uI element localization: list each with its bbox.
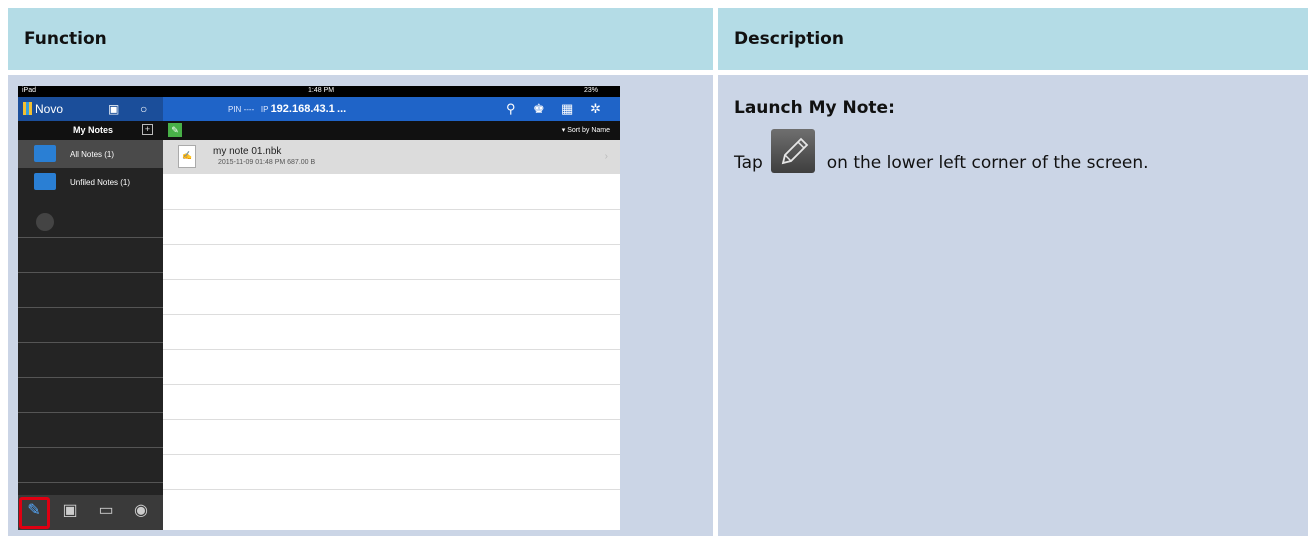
note-row[interactable]: ✍ my note 01.nbk 2015-11-09 01:48 PM 687…	[163, 140, 620, 174]
device-label: iPad	[22, 87, 37, 94]
battery-level: 23%	[584, 87, 599, 94]
sort-button[interactable]: ▾ Sort by Name	[562, 126, 610, 134]
sort-label: Sort by Name	[567, 127, 610, 134]
globe-icon[interactable]: ◉	[130, 500, 152, 522]
document-table: Function Description Launch My Note: Tap…	[0, 0, 1308, 536]
description-title: Launch My Note:	[734, 98, 895, 118]
ip-label: IP	[260, 105, 269, 114]
folder-unfiled-notes[interactable]: Unfiled Notes (1)	[18, 168, 163, 196]
ip-more: ...	[337, 103, 347, 115]
highlight-box	[19, 497, 50, 529]
image-icon[interactable]: ▣	[59, 500, 81, 522]
folder-icon	[34, 145, 56, 162]
chevron-right-icon: ›	[604, 151, 608, 162]
presenter-icon[interactable]: ♚	[533, 101, 545, 117]
grid-icon[interactable]: ▦	[561, 101, 573, 117]
note-meta: 2015-11-09 01:48 PM 687.00 B	[218, 159, 316, 166]
description-text: Tap on the lower left corner of the scre…	[734, 129, 1149, 188]
document-icon: ✍	[178, 145, 196, 168]
novo-logo	[23, 102, 32, 115]
description-rest-text: on the lower left corner of the screen.	[826, 153, 1149, 173]
refresh-icon[interactable]: ○	[140, 102, 147, 116]
nav-left: Novo ▣ ○	[18, 97, 163, 121]
edit-icon[interactable]: ✎	[168, 123, 182, 137]
status-time: 1:48 PM	[308, 87, 335, 94]
folder-icon[interactable]: ▭	[95, 500, 117, 522]
folder-label: Unfiled Notes (1)	[70, 178, 131, 187]
function-header: Function	[8, 8, 713, 70]
sidebar-title: My Notes	[73, 125, 114, 135]
notes-sidebar: My Notes + All Notes (1) Unfiled Notes (…	[18, 121, 163, 530]
connection-info: PIN ---- IP 192.168.43.1 ...	[228, 103, 346, 115]
pin-label: PIN	[228, 105, 242, 114]
note-name: my note 01.nbk	[213, 146, 282, 157]
content-toolbar: ✎ ▾ Sort by Name	[163, 121, 620, 140]
pin-value: ----	[243, 105, 255, 114]
folder-label: All Notes (1)	[70, 150, 115, 159]
link-icon[interactable]: ⚲	[506, 101, 516, 117]
description-header: Description	[718, 8, 1308, 70]
app-navbar: Novo ▣ ○ PIN ---- IP 192.168.43.1 ... ⚲ …	[18, 97, 620, 121]
assistive-touch-icon[interactable]	[36, 213, 54, 231]
pencil-icon	[770, 129, 815, 173]
sidebar-header: My Notes +	[18, 121, 163, 140]
screen-icon[interactable]: ▣	[108, 102, 119, 116]
add-folder-button[interactable]: +	[142, 124, 153, 135]
ipad-screenshot: iPad 1:48 PM 23% Novo ▣ ○ PIN ---- IP 19…	[18, 86, 620, 530]
folder-all-notes[interactable]: All Notes (1)	[18, 140, 163, 168]
folder-icon	[34, 173, 56, 190]
bottom-toolbar: ✎ ▣ ▭ ◉	[18, 495, 163, 530]
ip-value: 192.168.43.1	[270, 103, 335, 115]
status-bar: iPad 1:48 PM 23%	[18, 86, 620, 97]
description-tap-text: Tap	[734, 153, 763, 173]
gear-icon[interactable]: ✲	[590, 101, 601, 117]
app-name: Novo	[35, 102, 64, 116]
